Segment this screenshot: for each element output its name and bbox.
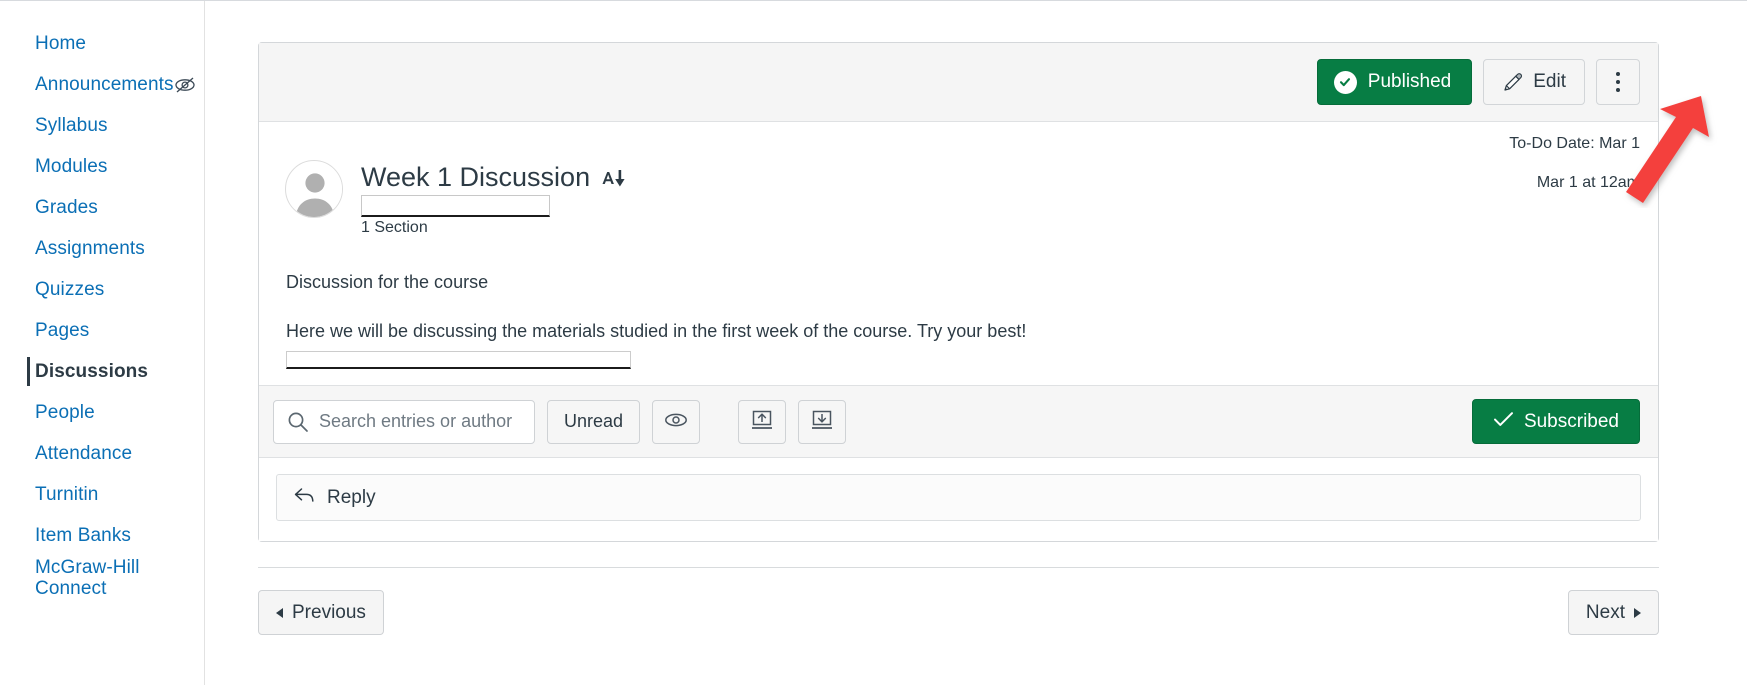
discussion-body: Week 1 Discussion 1 Section Discussion f… <box>259 122 1658 385</box>
next-button-label: Next <box>1585 601 1625 623</box>
search-input[interactable] <box>273 399 535 444</box>
sidebar-item-label: Assignments <box>35 237 145 259</box>
published-button[interactable]: Published <box>1316 59 1473 105</box>
page-title: Week 1 Discussion <box>361 162 626 193</box>
checkmark-icon <box>1493 411 1514 433</box>
search-field-wrapper <box>273 399 535 444</box>
section-count-label: 1 Section <box>361 218 428 236</box>
sidebar-item-mcgraw-hill-connect[interactable]: McGraw-Hill Connect <box>0 556 170 599</box>
sidebar-item-label: Turnitin <box>35 483 99 505</box>
unread-filter-button[interactable]: Unread <box>547 399 641 444</box>
subscribed-button-label: Subscribed <box>1523 410 1619 432</box>
eye-icon <box>664 411 688 432</box>
discussion-header-row: Week 1 Discussion 1 Section <box>285 160 1632 236</box>
sidebar-item-home[interactable]: Home <box>0 23 205 64</box>
sidebar-item-syllabus[interactable]: Syllabus <box>0 105 205 146</box>
discussion-title-text: Week 1 Discussion <box>361 162 591 192</box>
edit-button-label: Edit <box>1533 71 1566 92</box>
split-screen-view-button[interactable] <box>652 399 701 444</box>
collapse-up-icon <box>750 409 774 434</box>
discussion-paragraph-2: Here we will be discussing the materials… <box>286 320 1027 341</box>
sidebar-item-label: Pages <box>35 319 90 341</box>
sidebar-item-assignments[interactable]: Assignments <box>0 228 205 269</box>
sidebar-item-label: Announcements <box>35 73 174 95</box>
sidebar-item-label: Discussions <box>35 360 149 382</box>
collapse-threads-button[interactable] <box>738 399 787 444</box>
subscribed-button[interactable]: Subscribed <box>1471 399 1640 445</box>
sidebar-item-people[interactable]: People <box>0 392 205 433</box>
previous-button[interactable]: Previous <box>258 590 384 635</box>
sidebar-item-label: Quizzes <box>35 278 105 300</box>
discussion-filter-bar: Unread <box>259 385 1658 458</box>
sort-alpha-down-icon <box>601 167 626 189</box>
expand-down-icon <box>810 409 834 434</box>
discussion-toolbar: Published Edit <box>259 43 1658 122</box>
sidebar-item-discussions[interactable]: Discussions <box>0 351 205 392</box>
sidebar-item-label: Item Banks <box>35 524 132 546</box>
sidebar-item-label: McGraw-Hill Connect <box>35 557 140 599</box>
discussion-paragraph-1: Discussion for the course <box>286 271 489 292</box>
discussion-card: Published Edit To-Do Date: Mar 1 Mar 1 a… <box>258 42 1659 543</box>
user-avatar-icon <box>285 160 343 218</box>
edit-button[interactable]: Edit <box>1483 59 1585 105</box>
published-button-label: Published <box>1367 71 1452 92</box>
redacted-author-field <box>361 195 550 217</box>
main-content: Published Edit To-Do Date: Mar 1 Mar 1 a… <box>205 0 1747 685</box>
sidebar-item-modules[interactable]: Modules <box>0 146 205 187</box>
next-button[interactable]: Next <box>1567 590 1659 635</box>
chevron-right-icon <box>1634 607 1641 618</box>
sidebar-item-turnitin[interactable]: Turnitin <box>0 474 205 515</box>
course-navigation-sidebar: Home Announcements Syllabus Modules Grad… <box>0 0 219 685</box>
sidebar-item-label: Grades <box>35 196 98 218</box>
more-options-button[interactable] <box>1596 59 1640 105</box>
pencil-icon <box>1502 72 1523 93</box>
expand-threads-button[interactable] <box>798 399 847 444</box>
sidebar-item-pages[interactable]: Pages <box>0 310 205 351</box>
sidebar-item-item-banks[interactable]: Item Banks <box>0 515 205 556</box>
sidebar-item-announcements[interactable]: Announcements <box>0 64 205 105</box>
reply-button-label: Reply <box>327 486 376 508</box>
sidebar-item-label: Syllabus <box>35 114 108 136</box>
canvas-discussion-page: Home Announcements Syllabus Modules Grad… <box>0 0 1747 685</box>
pagination: Previous Next <box>258 567 1659 635</box>
reply-arrow-icon <box>293 485 315 511</box>
check-circle-icon <box>1333 70 1357 94</box>
redacted-body-field <box>286 351 631 370</box>
title-column: Week 1 Discussion 1 Section <box>361 160 626 236</box>
kebab-menu-icon <box>1616 72 1620 92</box>
sidebar-item-quizzes[interactable]: Quizzes <box>0 269 205 310</box>
reply-zone: Reply <box>259 457 1658 542</box>
chevron-left-icon <box>276 607 283 618</box>
sidebar-item-grades[interactable]: Grades <box>0 187 205 228</box>
sidebar-item-label: People <box>35 401 95 423</box>
eye-slash-icon <box>174 74 196 96</box>
unread-filter-label: Unread <box>564 411 624 432</box>
sidebar-item-label: Attendance <box>35 442 133 464</box>
sidebar-item-label: Modules <box>35 155 108 177</box>
reply-button[interactable]: Reply <box>276 474 1641 522</box>
sidebar-item-attendance[interactable]: Attendance <box>0 433 205 474</box>
previous-button-label: Previous <box>292 601 366 623</box>
sidebar-item-label: Home <box>35 32 87 54</box>
